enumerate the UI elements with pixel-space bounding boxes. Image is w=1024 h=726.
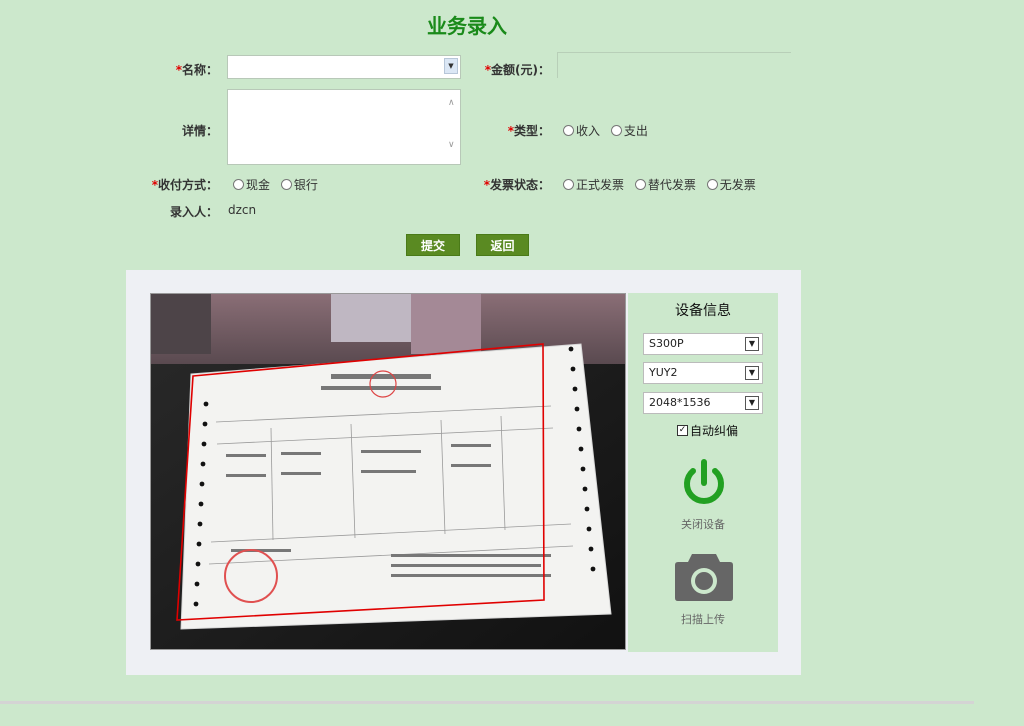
radio-circle[interactable] <box>233 179 244 190</box>
type-income-option[interactable]: 收入 <box>563 124 600 138</box>
radio-circle[interactable] <box>706 179 718 190</box>
chevron-down-icon[interactable]: ▼ <box>745 366 759 380</box>
resolution-value: 2048*1536 <box>649 396 711 409</box>
submit-button[interactable]: 提交 <box>406 234 460 256</box>
auto-correct-checkbox[interactable]: ✓ 自动纠偏 <box>677 422 738 439</box>
device-model-value: S300P <box>649 337 684 350</box>
type-expense-option[interactable]: 支出 <box>610 124 648 138</box>
capture-label[interactable]: 扫描上传 <box>658 611 748 627</box>
recorder-value: dzcn <box>228 203 257 217</box>
invoice-substitute-option[interactable]: 替代发票 <box>634 178 696 192</box>
payment-radio-group: 现金 银行 <box>233 176 325 193</box>
recorder-label: 录入人： <box>169 205 218 219</box>
chevron-down-icon[interactable]: ▼ <box>745 396 759 410</box>
power-label[interactable]: 关闭设备 <box>658 516 748 532</box>
amount-label: *金额(元)： <box>484 63 550 77</box>
camera-preview-image <box>151 294 625 649</box>
device-model-select[interactable]: S300P ▼ <box>643 333 763 355</box>
video-format-select[interactable]: YUY2 ▼ <box>643 362 763 384</box>
back-button[interactable]: 返回 <box>476 234 529 256</box>
invoice-none-option[interactable]: 无发票 <box>706 178 756 192</box>
chevron-down-icon[interactable]: ▼ <box>745 337 759 351</box>
chevron-down-icon[interactable]: ▼ <box>444 58 458 74</box>
radio-circle[interactable] <box>280 179 292 190</box>
name-select[interactable]: ▼ <box>227 55 461 79</box>
textarea-scrollbar[interactable]: ∧ ∨ <box>446 90 460 164</box>
type-radio-group: 收入 支出 <box>563 122 655 139</box>
radio-circle[interactable] <box>563 179 574 190</box>
checkbox-box[interactable]: ✓ <box>677 425 688 436</box>
scroll-up-icon[interactable]: ∧ <box>448 98 455 108</box>
payment-cash-option[interactable]: 现金 <box>233 178 270 192</box>
type-label: *类型： <box>507 124 550 138</box>
video-format-value: YUY2 <box>649 366 678 379</box>
scroll-down-icon[interactable]: ∨ <box>448 140 455 150</box>
camera-preview[interactable] <box>150 293 626 650</box>
radio-circle[interactable] <box>610 125 622 136</box>
camera-icon[interactable] <box>674 550 734 602</box>
detail-textarea[interactable]: ∧ ∨ <box>227 89 461 165</box>
invoice-formal-option[interactable]: 正式发票 <box>563 178 624 192</box>
bottom-divider <box>0 701 974 704</box>
power-icon[interactable] <box>678 457 730 509</box>
payment-bank-option[interactable]: 银行 <box>280 178 318 192</box>
resolution-select[interactable]: 2048*1536 ▼ <box>643 392 763 414</box>
radio-circle[interactable] <box>634 179 646 190</box>
amount-input[interactable] <box>557 52 791 78</box>
detail-label: 详情： <box>181 124 218 138</box>
invoice-label: *发票状态： <box>483 178 550 192</box>
device-info-title: 设备信息 <box>675 303 731 319</box>
payment-label: *收付方式： <box>151 178 218 192</box>
name-label: *名称： <box>175 63 218 77</box>
invoice-radio-group: 正式发票 替代发票 无发票 <box>563 176 763 193</box>
page-title: 业务录入 <box>427 14 507 38</box>
radio-circle[interactable] <box>563 125 574 136</box>
